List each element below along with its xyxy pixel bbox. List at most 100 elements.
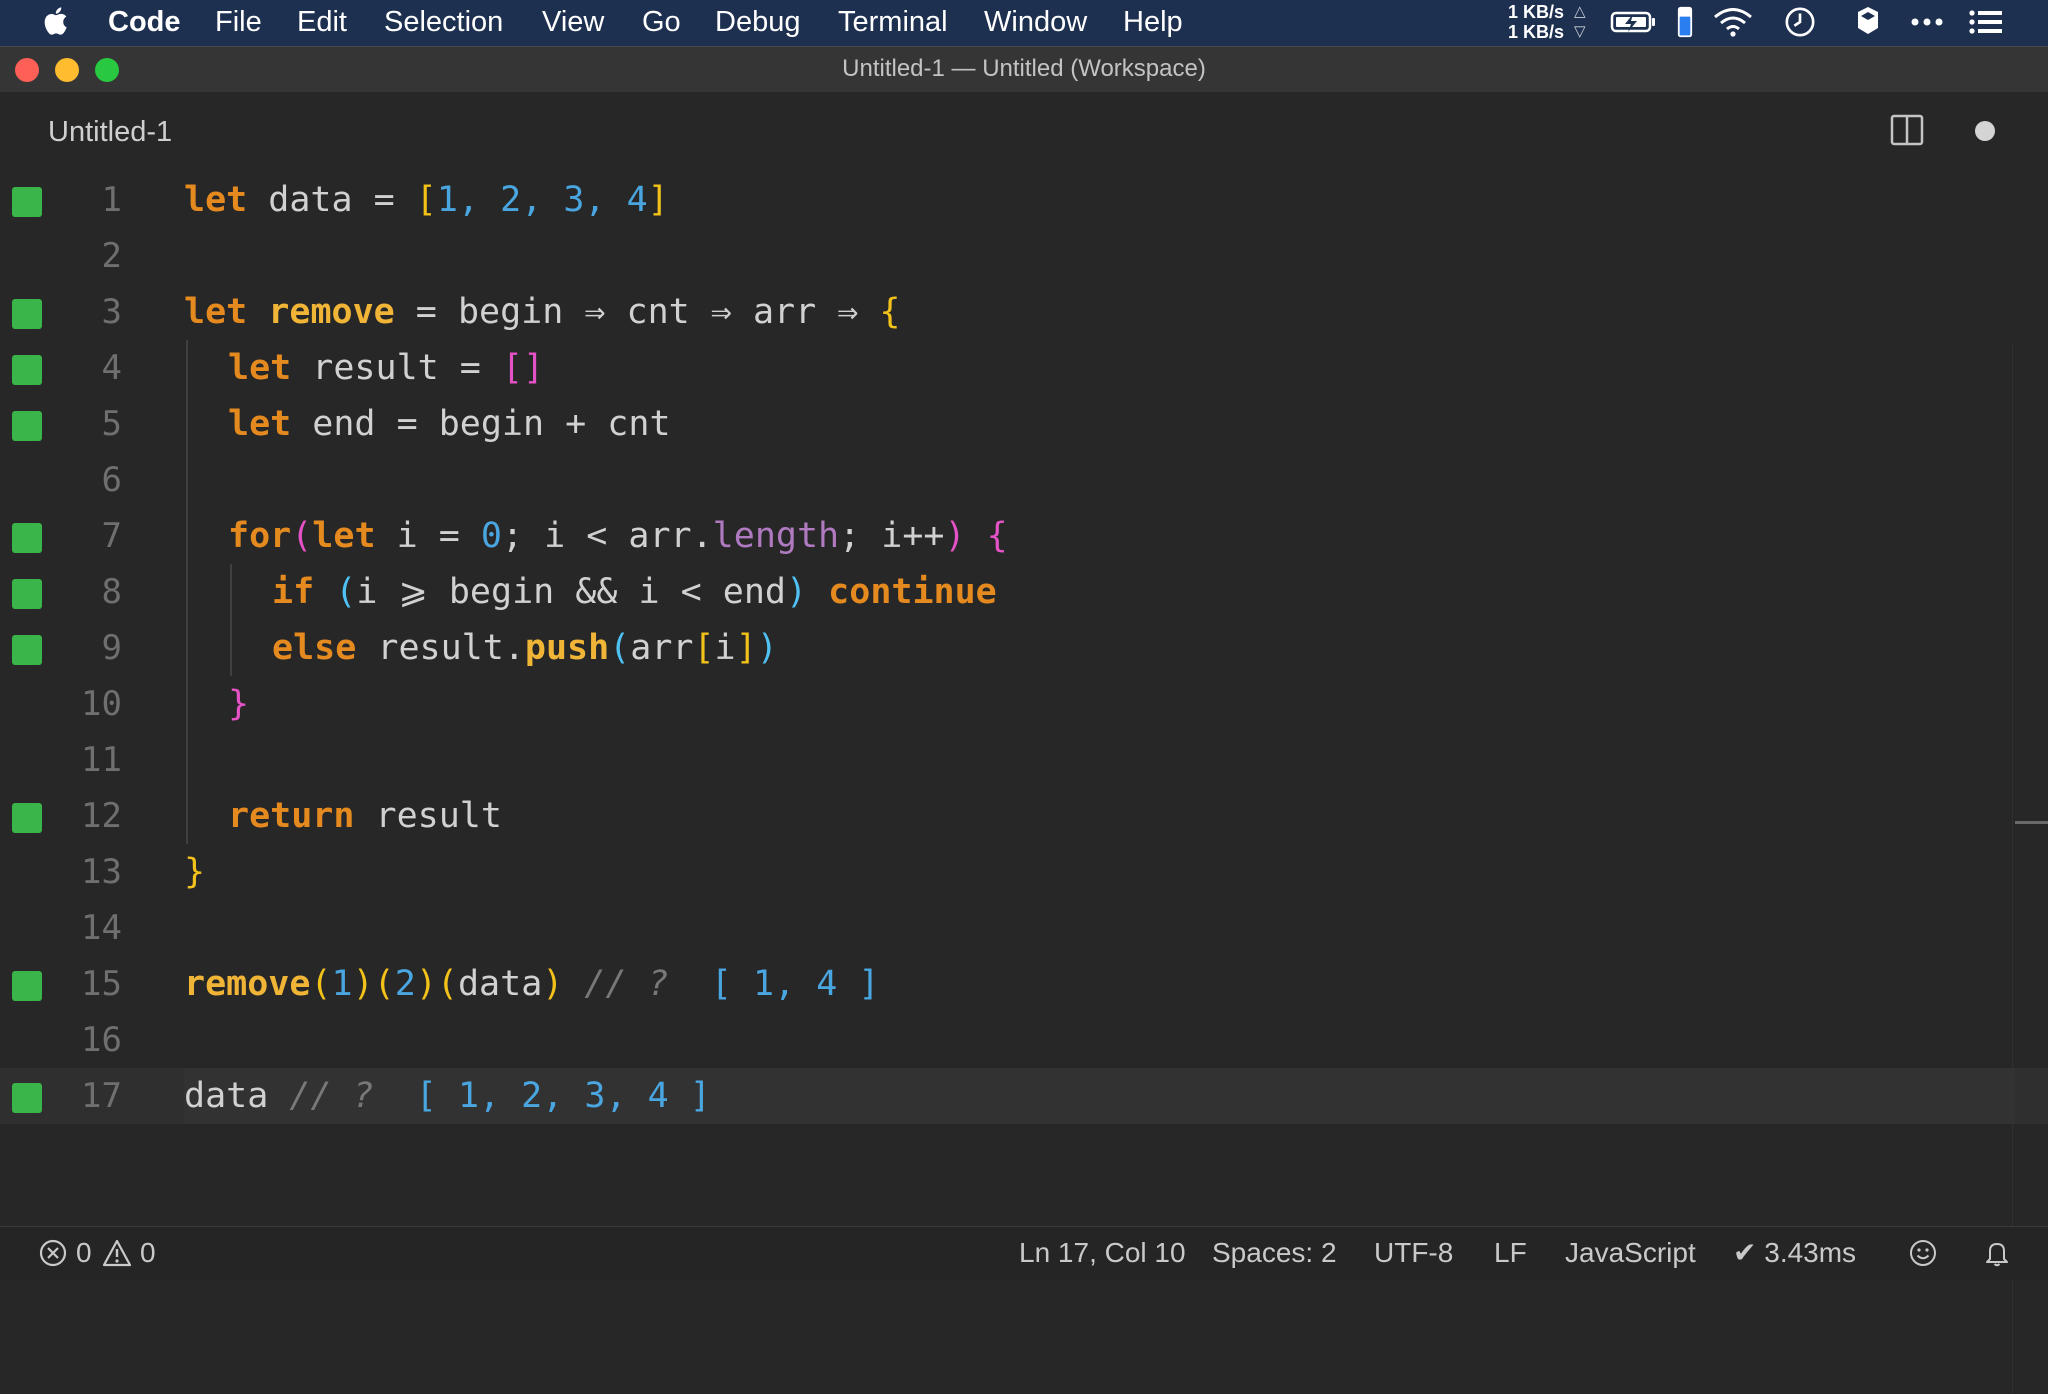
code-line[interactable]: 1 let data = [1, 2, 3, 4] (0, 172, 2048, 228)
code-line[interactable]: 12 return result (0, 788, 2048, 844)
code-text[interactable]: data // ? [ 1, 2, 3, 4 ] (184, 1068, 711, 1124)
net-up-value: 1 KB/s (1508, 2, 1565, 22)
code-line[interactable]: 8 if (i ⩾ begin && i < end) continue (0, 564, 2048, 620)
indentation-setting[interactable]: Spaces: 2 (1212, 1227, 1337, 1279)
notifications-bell-icon[interactable] (1982, 1238, 2012, 1268)
line-number: 12 (81, 796, 122, 836)
line-number: 16 (81, 1020, 122, 1060)
code-line[interactable]: 14 (0, 900, 2048, 956)
menu-terminal[interactable]: Terminal (838, 6, 948, 38)
line-number: 14 (81, 908, 122, 948)
menu-bar: Code File Edit Selection View Go Debug T… (0, 0, 2048, 46)
code-text[interactable]: let remove = begin ⇒ cnt ⇒ arr ⇒ { (184, 284, 900, 340)
warning-icon[interactable] (102, 1238, 132, 1268)
error-count[interactable]: 0 (76, 1227, 92, 1279)
line-number: 1 (101, 180, 122, 220)
code-line[interactable]: 10 } (0, 676, 2048, 732)
list-icon[interactable] (1968, 6, 2004, 38)
menu-view[interactable]: View (542, 6, 604, 38)
menu-app-name[interactable]: Code (108, 6, 181, 38)
quokka-timing[interactable]: ✔ 3.43ms (1733, 1227, 1856, 1279)
code-line[interactable]: 3 let remove = begin ⇒ cnt ⇒ arr ⇒ { (0, 284, 2048, 340)
menu-help[interactable]: Help (1123, 6, 1183, 38)
code-text[interactable]: for(let i = 0; i < arr.length; i++) { (228, 508, 1008, 564)
code-text[interactable]: if (i ⩾ begin && i < end) continue (272, 564, 997, 620)
line-number: 4 (101, 348, 122, 388)
coverage-marker (12, 803, 42, 833)
code-text[interactable]: } (184, 844, 205, 900)
code-text[interactable]: else result.push(arr[i]) (272, 620, 778, 676)
code-line[interactable]: 16 (0, 1012, 2048, 1068)
code-line-current[interactable]: 17 data // ? [ 1, 2, 3, 4 ] (0, 1068, 2048, 1124)
code-editor[interactable]: 1 let data = [1, 2, 3, 4] 2 3 let remove… (0, 172, 2048, 1394)
net-arrows-icon: △ ▽ (1574, 3, 1586, 40)
menu-window[interactable]: Window (984, 6, 1087, 38)
inline-result: [ 1, 4 ] (689, 964, 880, 1004)
menu-selection[interactable]: Selection (384, 6, 503, 38)
menu-edit[interactable]: Edit (297, 6, 347, 38)
wifi-icon[interactable] (1712, 6, 1754, 38)
menu-debug[interactable]: Debug (715, 6, 800, 38)
coverage-marker (12, 355, 42, 385)
code-text[interactable]: let result = [] (228, 340, 544, 396)
code-line[interactable]: 13 } (0, 844, 2048, 900)
feedback-smiley-icon[interactable] (1908, 1238, 1938, 1268)
unsaved-dot-icon[interactable] (1975, 121, 1995, 141)
editor-tab-bar: Untitled-1 (0, 92, 2048, 182)
window-titlebar: Untitled-1 — Untitled (Workspace) (0, 46, 2048, 92)
cursor-position[interactable]: Ln 17, Col 10 (1019, 1227, 1186, 1279)
tab-untitled-1[interactable]: Untitled-1 (48, 112, 172, 152)
device-icon[interactable] (1674, 6, 1696, 38)
line-number: 3 (101, 292, 122, 332)
line-number: 10 (81, 684, 122, 724)
network-speed[interactable]: 1 KB/s 1 KB/s (1508, 2, 1564, 42)
code-line[interactable]: 5 let end = begin + cnt (0, 396, 2048, 452)
line-number: 5 (101, 404, 122, 444)
line-number: 17 (81, 1076, 122, 1116)
line-number: 13 (81, 852, 122, 892)
coverage-marker (12, 1083, 42, 1113)
error-icon[interactable] (38, 1238, 68, 1268)
code-text[interactable]: let end = begin + cnt (228, 396, 671, 452)
coverage-marker (12, 187, 42, 217)
language-mode[interactable]: JavaScript (1565, 1227, 1696, 1279)
line-number: 2 (101, 236, 122, 276)
window-title: Untitled-1 — Untitled (Workspace) (842, 55, 1206, 82)
code-line[interactable]: 6 (0, 452, 2048, 508)
scrollbar-position-marker[interactable] (2015, 821, 2048, 824)
coverage-marker (12, 971, 42, 1001)
code-text[interactable]: } (228, 676, 249, 732)
net-down-value: 1 KB/s (1508, 22, 1565, 42)
code-line[interactable]: 11 (0, 732, 2048, 788)
code-text[interactable]: let data = [1, 2, 3, 4] (184, 172, 669, 228)
code-line[interactable]: 4 let result = [] (0, 340, 2048, 396)
line-number: 6 (101, 460, 122, 500)
encoding-setting[interactable]: UTF-8 (1374, 1227, 1453, 1279)
more-icon[interactable] (1910, 6, 1944, 38)
warning-count[interactable]: 0 (140, 1227, 156, 1279)
line-number: 15 (81, 964, 122, 1004)
inline-result: [ 1, 2, 3, 4 ] (394, 1076, 711, 1116)
menu-file[interactable]: File (215, 6, 262, 38)
code-line[interactable]: 7 for(let i = 0; i < arr.length; i++) { (0, 508, 2048, 564)
code-text[interactable]: return result (228, 788, 502, 844)
eol-setting[interactable]: LF (1494, 1227, 1527, 1279)
apple-icon[interactable] (40, 4, 74, 38)
line-number: 8 (101, 572, 122, 612)
coverage-marker (12, 579, 42, 609)
code-text[interactable]: remove(1)(2)(data) // ? [ 1, 4 ] (184, 956, 879, 1012)
split-editor-icon[interactable] (1890, 114, 1924, 146)
clock-icon[interactable] (1783, 6, 1817, 38)
code-line[interactable]: 2 (0, 228, 2048, 284)
battery-icon[interactable] (1610, 6, 1658, 38)
menu-go[interactable]: Go (642, 6, 681, 38)
line-number: 11 (81, 740, 122, 780)
status-bar: 0 0 Ln 17, Col 10 Spaces: 2 UTF-8 LF Jav… (0, 1226, 2048, 1280)
coverage-marker (12, 635, 42, 665)
code-line[interactable]: 15 remove(1)(2)(data) // ? [ 1, 4 ] (0, 956, 2048, 1012)
coverage-marker (12, 411, 42, 441)
coverage-marker (12, 299, 42, 329)
dropbox-icon[interactable] (1852, 6, 1884, 38)
line-number: 9 (101, 628, 122, 668)
code-line[interactable]: 9 else result.push(arr[i]) (0, 620, 2048, 676)
